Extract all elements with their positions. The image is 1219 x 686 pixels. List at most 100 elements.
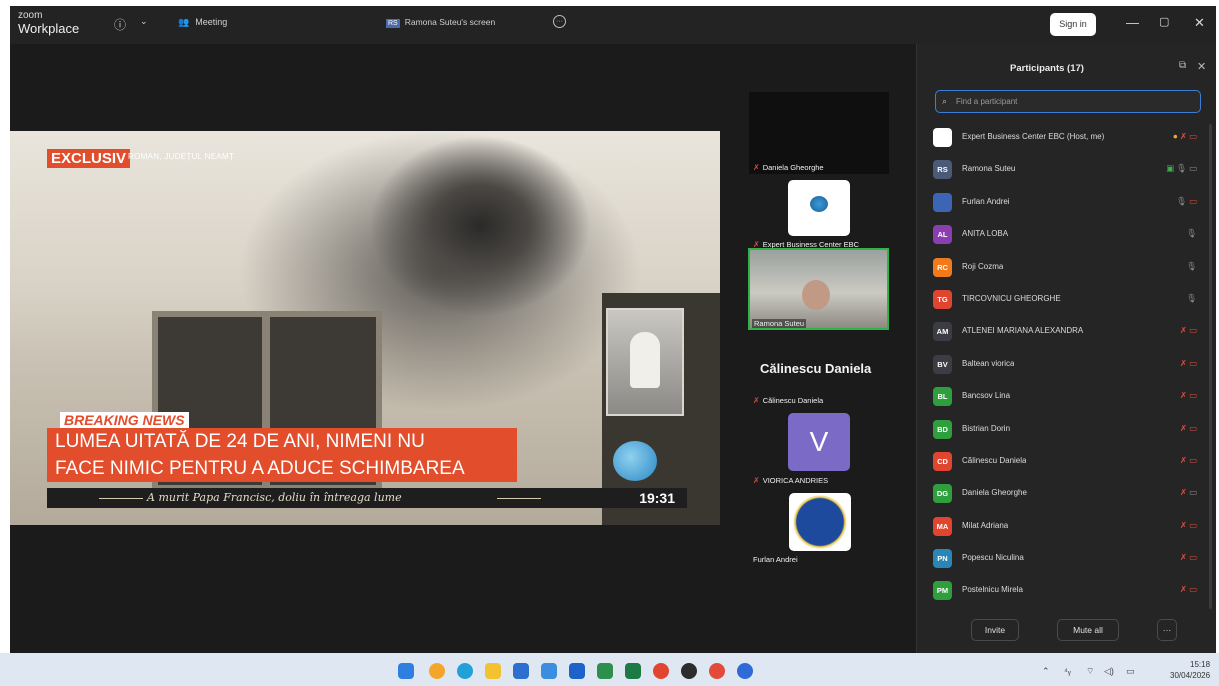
wifi-icon[interactable]: ⌔: [1086, 666, 1094, 677]
meet-icon[interactable]: [737, 663, 753, 679]
close-panel-icon[interactable]: ✕: [1197, 60, 1206, 73]
participant-row[interactable]: AM ATLENEI MARIANA ALEXANDRA ✗▭: [933, 316, 1207, 348]
pop-out-icon[interactable]: ⧉: [1179, 60, 1186, 71]
invite-button[interactable]: Invite: [971, 619, 1019, 641]
participant-name: Baltean viorica: [962, 358, 1015, 368]
participant-row[interactable]: PM Postelnicu Mirela ✗▭: [933, 575, 1207, 607]
screen-share-tab[interactable]: RS Ramona Suteu's screen: [386, 17, 495, 28]
battery-icon[interactable]: ▭: [1126, 666, 1135, 677]
participant-row[interactable]: AL ANITA LOBA 🎙: [933, 219, 1207, 251]
meeting-tab[interactable]: 👥 Meeting: [178, 17, 227, 28]
zoom-window: zoom Workplace ⓘ ⌄ 👥 Meeting RS Ramona Sut…: [10, 6, 1216, 653]
video-icon[interactable]: ▭: [1189, 552, 1199, 562]
outlook-icon[interactable]: [569, 663, 585, 679]
participant-row[interactable]: MA Milat Adriana ✗▭: [933, 511, 1207, 543]
video-icon[interactable]: ▭: [1189, 423, 1199, 433]
participant-row[interactable]: RC Roji Cozma 🎙: [933, 252, 1207, 284]
video-icon[interactable]: ▭: [1189, 584, 1199, 594]
more-options-icon[interactable]: ···: [553, 15, 566, 28]
participants-panel: Participants (17) ⧉ ✕ ⌕ Find a participa…: [916, 44, 1216, 653]
sign-in-button[interactable]: Sign in: [1050, 13, 1096, 36]
info-icon[interactable]: ⓘ: [114, 16, 126, 33]
file-explorer-icon[interactable]: [485, 663, 501, 679]
tile-name: ✗ VIORICA ANDRIES: [753, 476, 829, 485]
video-icon[interactable]: ▭: [1189, 455, 1199, 465]
system-clock[interactable]: 15:18 30/04/2026: [1170, 659, 1210, 681]
close-icon[interactable]: ✕: [1194, 15, 1205, 31]
participant-row[interactable]: RS Ramona Suteu ▣🎙▭: [933, 154, 1207, 186]
chrome-icon[interactable]: [653, 663, 669, 679]
participant-row[interactable]: BL Bancsov Lina ✗▭: [933, 381, 1207, 413]
participant-name: ANITA LOBA: [962, 229, 1009, 239]
tray-chevron-icon[interactable]: ⌃: [1042, 666, 1050, 677]
chevron-down-icon[interactable]: ⌄: [140, 16, 148, 27]
participants-icon: 👥: [178, 17, 190, 27]
title-bar: zoom Workplace ⓘ ⌄ 👥 Meeting RS Ramona Sut…: [10, 6, 1216, 44]
video-icon[interactable]: ▭: [1189, 131, 1199, 141]
more-button[interactable]: ···: [1157, 619, 1177, 641]
microphone-icon[interactable]: 🎙: [1186, 228, 1199, 238]
edge-icon[interactable]: [457, 663, 473, 679]
store-icon[interactable]: [513, 663, 529, 679]
tile-name: ✗ Călinescu Daniela: [753, 396, 824, 405]
status-icon[interactable]: ●: [1173, 131, 1180, 141]
microphone-icon[interactable]: ✗: [1180, 520, 1189, 530]
active-speaker-name: Călinescu Daniela: [760, 361, 872, 376]
avatar-tile-viorica-andries[interactable]: V: [788, 413, 850, 471]
microphone-icon[interactable]: ✗: [1180, 552, 1189, 562]
microphone-icon[interactable]: ✗: [1180, 325, 1189, 335]
video-tile-furlan-andrei[interactable]: [789, 493, 851, 551]
video-icon[interactable]: ▭: [1189, 163, 1199, 173]
video-tile-daniela-gheorghe[interactable]: [749, 92, 889, 174]
shared-screen[interactable]: EXCLUSIV ROMAN, JUDEȚUL NEAMȚ BREAKING N…: [10, 131, 720, 525]
microphone-icon[interactable]: ✗: [1180, 487, 1189, 497]
microphone-icon[interactable]: ✗: [1180, 390, 1189, 400]
obs-icon[interactable]: [681, 663, 697, 679]
copilot-icon[interactable]: [429, 663, 445, 679]
video-icon[interactable]: ▭: [1189, 196, 1199, 206]
mute-all-button[interactable]: Mute all: [1057, 619, 1119, 641]
start-icon[interactable]: [398, 663, 414, 679]
maximize-icon[interactable]: ▢: [1159, 15, 1169, 28]
video-icon[interactable]: ▭: [1189, 520, 1199, 530]
minimize-icon[interactable]: —: [1126, 15, 1139, 30]
microphone-icon[interactable]: 🎙: [1176, 163, 1189, 173]
sheets-icon[interactable]: [625, 663, 641, 679]
participant-search-input[interactable]: ⌕ Find a participant: [935, 90, 1201, 113]
participant-row[interactable]: CD Călinescu Daniela ✗▭: [933, 446, 1207, 478]
language-icon[interactable]: ⁴ᵧ: [1064, 666, 1071, 676]
participant-name: Milat Adriana: [962, 520, 1009, 530]
microphone-icon[interactable]: ✗: [1180, 423, 1189, 433]
participant-list-scrollbar[interactable]: [1209, 124, 1212, 609]
participant-row[interactable]: TG TIRCOVNICU GHEORGHE 🎙: [933, 284, 1207, 316]
excel-icon[interactable]: [597, 663, 613, 679]
video-icon[interactable]: ▭: [1189, 358, 1199, 368]
microphone-icon[interactable]: 🎙: [1176, 196, 1189, 206]
microphone-icon[interactable]: 🎙: [1186, 293, 1199, 303]
video-tile-expert-business-center[interactable]: [788, 180, 850, 236]
microphone-icon[interactable]: ✗: [1180, 584, 1189, 594]
mic-muted-icon: ✗: [753, 163, 760, 172]
participant-row[interactable]: BV Baltean viorica ✗▭: [933, 349, 1207, 381]
participant-row[interactable]: Furlan Andrei 🎙▭: [933, 187, 1207, 219]
video-tile-ramona-suteu[interactable]: [748, 248, 889, 330]
zoom-app-icon[interactable]: [541, 663, 557, 679]
windows-taskbar: ⌃ ⁴ᵧ ⌔ ◁) ▭ 15:18 30/04/2026: [0, 653, 1219, 686]
video-icon[interactable]: ▭: [1189, 325, 1199, 335]
participant-row[interactable]: DG Daniela Gheorghe ✗▭: [933, 478, 1207, 510]
microphone-icon[interactable]: ✗: [1180, 131, 1189, 141]
avatar: RS: [933, 160, 952, 180]
avatar: MA: [933, 516, 952, 536]
volume-icon[interactable]: ◁): [1104, 666, 1114, 677]
mic-muted-icon: ✗: [753, 476, 760, 485]
microphone-icon[interactable]: 🎙: [1186, 261, 1199, 271]
participant-row[interactable]: BD Bistrian Dorin ✗▭: [933, 414, 1207, 446]
video-icon[interactable]: ▭: [1189, 390, 1199, 400]
microphone-icon[interactable]: ✗: [1180, 358, 1189, 368]
photos-icon[interactable]: [709, 663, 725, 679]
participant-row[interactable]: PN Popescu Niculina ✗▭: [933, 543, 1207, 575]
video-icon[interactable]: ▭: [1189, 487, 1199, 497]
status-icon[interactable]: ▣: [1166, 163, 1176, 173]
participant-row[interactable]: Expert Business Center EBC (Host, me) ●✗▭: [933, 122, 1207, 154]
microphone-icon[interactable]: ✗: [1180, 455, 1189, 465]
